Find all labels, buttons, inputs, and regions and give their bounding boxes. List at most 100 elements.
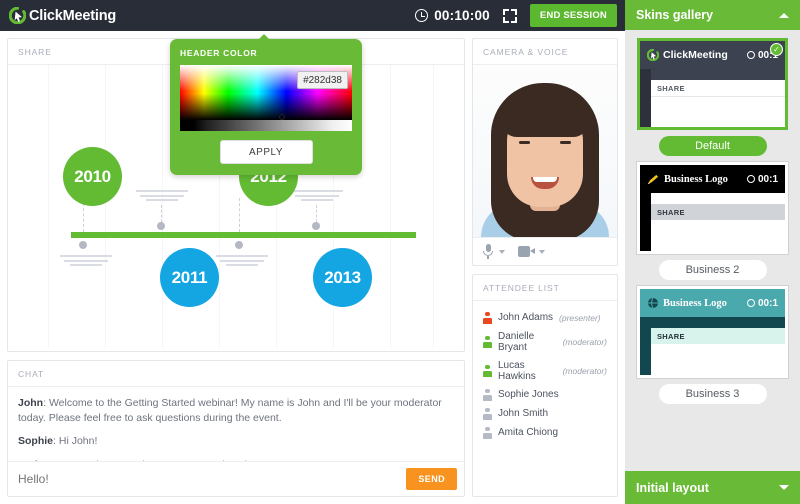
end-session-button[interactable]: END SESSION — [529, 4, 617, 27]
chat-input[interactable] — [15, 469, 401, 489]
skin-label-business-3[interactable]: Business 3 — [658, 384, 767, 404]
skins-list: ClickMeeting 00:1 SHARE ✓ Default Busine… — [625, 30, 800, 471]
attendee-row[interactable]: Amita Chiong — [473, 423, 617, 442]
timeline-lead-line — [239, 198, 240, 232]
attendee-list: John Adams (presenter) Danielle Bryant (… — [473, 301, 617, 442]
skin-card-business-2[interactable]: Business Logo 00:1 SHARE Business 2 — [637, 162, 788, 280]
top-bar: ClickMeeting 00:10:00 END SESSION — [0, 0, 625, 31]
initial-layout-header[interactable]: Initial layout — [625, 471, 800, 504]
skins-gallery-title: Skins gallery — [636, 8, 714, 22]
camera-chevron-down-icon[interactable] — [539, 249, 545, 254]
topbar-controls: 00:10:00 END SESSION — [415, 4, 617, 27]
skin-timer-value: 00:1 — [757, 173, 778, 185]
timeline-caption — [136, 190, 188, 204]
timer-value: 00:10:00 — [434, 8, 490, 23]
clock-icon — [746, 51, 755, 59]
chat-input-row: SEND — [8, 461, 464, 496]
skin-thumbnail[interactable]: Business Logo 00:1 SHARE — [637, 286, 788, 378]
color-spectrum[interactable]: #282d38 — [180, 65, 352, 131]
timeline-dot — [235, 241, 243, 249]
chat-message: Sophie: Hi John! — [18, 435, 98, 447]
skin-share-card: SHARE — [651, 80, 785, 127]
camera-controls — [473, 237, 617, 265]
chat-message: John: Welcome to the Getting Started web… — [18, 397, 442, 424]
skin-logo-text: ClickMeeting — [663, 49, 728, 61]
clickmeeting-logo-icon — [647, 49, 659, 61]
timeline-circle-label: 2010 — [74, 166, 111, 186]
chat-author: John — [18, 397, 44, 409]
skin-preview-header: Business Logo 00:1 — [640, 289, 785, 317]
grayscale-strip[interactable] — [180, 120, 352, 131]
hex-value-field[interactable]: #282d38 — [297, 71, 348, 89]
skin-card-business-3[interactable]: Business Logo 00:1 SHARE Business 3 — [637, 286, 788, 404]
attendee-row[interactable]: Danielle Bryant (moderator) — [473, 327, 617, 356]
timeline-circle-label: 2013 — [324, 267, 361, 287]
right-column: CAMERA & VOICE ATTENDEE LIST John Adams … — [472, 38, 618, 497]
attendee-row[interactable]: John Adams (presenter) — [473, 308, 617, 327]
skin-share-card: SHARE — [651, 328, 785, 375]
person-icon — [483, 311, 492, 324]
chevron-up-icon[interactable] — [779, 12, 789, 18]
timeline-circle-2013[interactable]: 2013 — [313, 248, 372, 307]
skin-card-default[interactable]: ClickMeeting 00:1 SHARE ✓ Default — [637, 38, 788, 156]
fullscreen-icon[interactable] — [502, 8, 517, 23]
person-icon — [483, 364, 492, 377]
attendee-name: John Adams — [498, 312, 554, 323]
skin-preview-stage: SHARE — [640, 69, 785, 127]
attendee-name: Lucas Hawkins — [498, 359, 536, 382]
camera-panel: CAMERA & VOICE — [472, 38, 618, 266]
skin-preview-stage: SHARE — [640, 193, 785, 251]
skin-thumbnail[interactable]: ClickMeeting 00:1 SHARE ✓ — [637, 38, 788, 130]
timeline-dot — [312, 222, 320, 230]
person-icon — [483, 407, 492, 420]
attendee-role: (moderator) — [562, 365, 607, 376]
clock-icon — [746, 299, 755, 307]
attendee-row[interactable]: John Smith — [473, 404, 617, 423]
presenter-portrait — [473, 65, 617, 237]
skins-gallery-header[interactable]: Skins gallery — [625, 0, 800, 30]
mic-chevron-down-icon[interactable] — [499, 249, 505, 254]
attendee-name: Danielle Bryant — [498, 330, 535, 353]
skin-thumbnail[interactable]: Business Logo 00:1 SHARE — [637, 162, 788, 254]
camera-video-feed — [473, 65, 617, 237]
apply-button[interactable]: APPLY — [219, 140, 313, 164]
attendee-panel: ATTENDEE LIST John Adams (presenter) Dan… — [472, 274, 618, 497]
skin-share-label: SHARE — [651, 204, 785, 220]
attendee-name: John Smith — [498, 408, 549, 419]
skin-logo-text: Business Logo — [664, 173, 728, 185]
attendee-row[interactable]: Sophie Jones — [473, 385, 617, 404]
clock-icon — [746, 175, 755, 183]
clickmeeting-webinar-room: ClickMeeting 00:10:00 END SESSION SHARE — [0, 0, 800, 504]
attendee-name: Sophie Jones — [498, 389, 559, 400]
skin-label-business-2[interactable]: Business 2 — [658, 260, 767, 280]
attendee-name: Amita Chiong — [498, 427, 559, 438]
timeline-circle-label: 2011 — [171, 267, 208, 287]
header-color-picker: HEADER COLOR #282d38 APPLY — [170, 34, 362, 175]
skin-logo-text: Business Logo — [663, 297, 727, 309]
video-camera-icon[interactable] — [518, 246, 535, 257]
chat-text: Welcome to the Getting Started webinar! … — [18, 397, 442, 424]
timeline-circle-2011[interactable]: 2011 — [160, 248, 219, 307]
skin-preview-header: Business Logo 00:1 — [640, 165, 785, 193]
skin-share-label: SHARE — [651, 80, 785, 97]
main-area: ClickMeeting 00:10:00 END SESSION SHARE — [0, 0, 625, 504]
send-button[interactable]: SEND — [406, 468, 457, 490]
initial-layout-title: Initial layout — [636, 480, 709, 495]
globe-icon — [648, 297, 658, 309]
pencil-icon — [648, 174, 659, 184]
microphone-icon[interactable] — [481, 244, 495, 259]
clickmeeting-logo-icon — [8, 6, 27, 25]
timeline-dot — [157, 222, 165, 230]
attendee-row[interactable]: Lucas Hawkins (moderator) — [473, 356, 617, 385]
attendee-role: (presenter) — [559, 312, 601, 323]
clock-icon — [415, 9, 429, 22]
timeline-circle-2010[interactable]: 2010 — [63, 147, 122, 206]
skin-timer-value: 00:1 — [757, 297, 778, 309]
chevron-down-icon[interactable] — [779, 485, 789, 490]
person-icon — [483, 335, 492, 348]
skin-share-card: SHARE — [651, 204, 785, 251]
chat-author: Sophie — [18, 435, 54, 447]
timeline-bar — [71, 232, 416, 238]
skin-label-default[interactable]: Default — [658, 136, 767, 156]
timeline-caption — [60, 255, 112, 269]
